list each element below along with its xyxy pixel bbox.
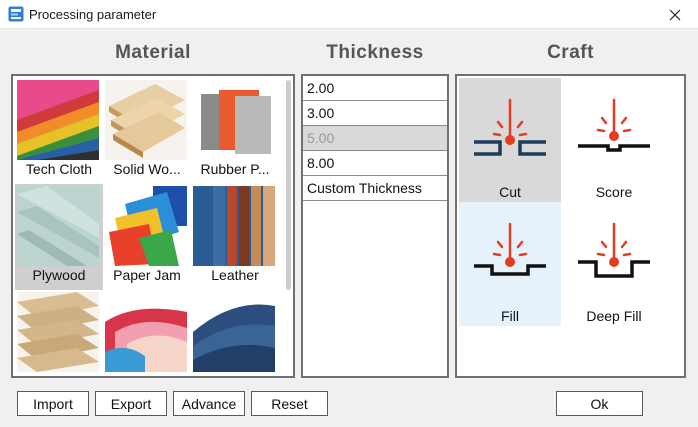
tech-cloth-icon [17,80,99,160]
advance-button[interactable]: Advance [173,391,245,416]
ok-button[interactable]: Ok [556,391,643,416]
fill-icon [474,222,546,276]
material-item-leather[interactable]: Leather [191,184,279,290]
craft-label: Score [595,184,633,200]
material-item-denim[interactable] [191,290,279,376]
deep-fill-icon [578,222,650,278]
cardboard-icon [17,292,99,372]
material-label: Paper Jam [113,267,181,283]
reset-button[interactable]: Reset [251,391,328,416]
craft-item-cut[interactable]: Cut [459,78,561,202]
denim-icon [193,292,275,372]
craft-grid: Cut Score Fill Deep Fill [455,74,686,378]
cut-icon [474,98,546,156]
craft-label: Cut [499,184,521,200]
plywood-icon [17,186,99,266]
paper-icon [105,292,187,372]
material-label: Leather [211,267,259,283]
title-bar: Processing parameter [0,0,698,29]
import-button[interactable]: Import [17,391,89,416]
paper-jam-icon [105,186,187,266]
solid-wood-icon [105,80,187,160]
material-item-paper-jam[interactable]: Paper Jam [103,184,191,290]
material-item-cardboard[interactable] [15,290,103,376]
material-label: Tech Cloth [25,161,93,177]
material-item-tech-cloth[interactable]: Tech Cloth [15,78,103,184]
craft-label: Fill [501,308,519,324]
app-logo-icon [8,6,24,22]
material-item-paper[interactable] [103,290,191,376]
material-list[interactable]: Tech Cloth Solid Wo... Rubber P... Plywo… [11,74,295,378]
material-label: Rubber P... [200,161,270,177]
material-item-plywood[interactable]: Plywood [15,184,103,290]
material-heading: Material [115,42,191,63]
close-button[interactable] [652,0,698,29]
thickness-heading: Thickness [326,42,424,63]
craft-heading: Craft [547,42,594,63]
craft-label: Deep Fill [586,308,642,324]
thickness-item[interactable]: 2.00 [303,76,447,101]
thickness-item[interactable]: 8.00 [303,151,447,176]
close-icon [669,9,681,20]
material-scrollbar[interactable] [286,80,291,290]
material-label: Solid Wo... [113,161,181,177]
thickness-item[interactable]: 3.00 [303,101,447,126]
craft-item-score[interactable]: Score [563,78,665,202]
rubber-plate-icon [193,80,275,160]
export-button[interactable]: Export [95,391,167,416]
thickness-item-custom[interactable]: Custom Thickness [303,176,447,201]
material-label: Plywood [32,267,86,283]
score-icon [578,98,650,152]
leather-icon [193,186,275,266]
window-title: Processing parameter [29,7,157,22]
thickness-list[interactable]: 2.00 3.00 5.00 8.00 Custom Thickness [301,74,449,378]
craft-item-fill[interactable]: Fill [459,202,561,326]
craft-item-deep-fill[interactable]: Deep Fill [563,202,665,326]
material-item-rubber-plate[interactable]: Rubber P... [191,78,279,184]
material-item-solid-wood[interactable]: Solid Wo... [103,78,191,184]
thickness-item-selected[interactable]: 5.00 [303,126,447,151]
